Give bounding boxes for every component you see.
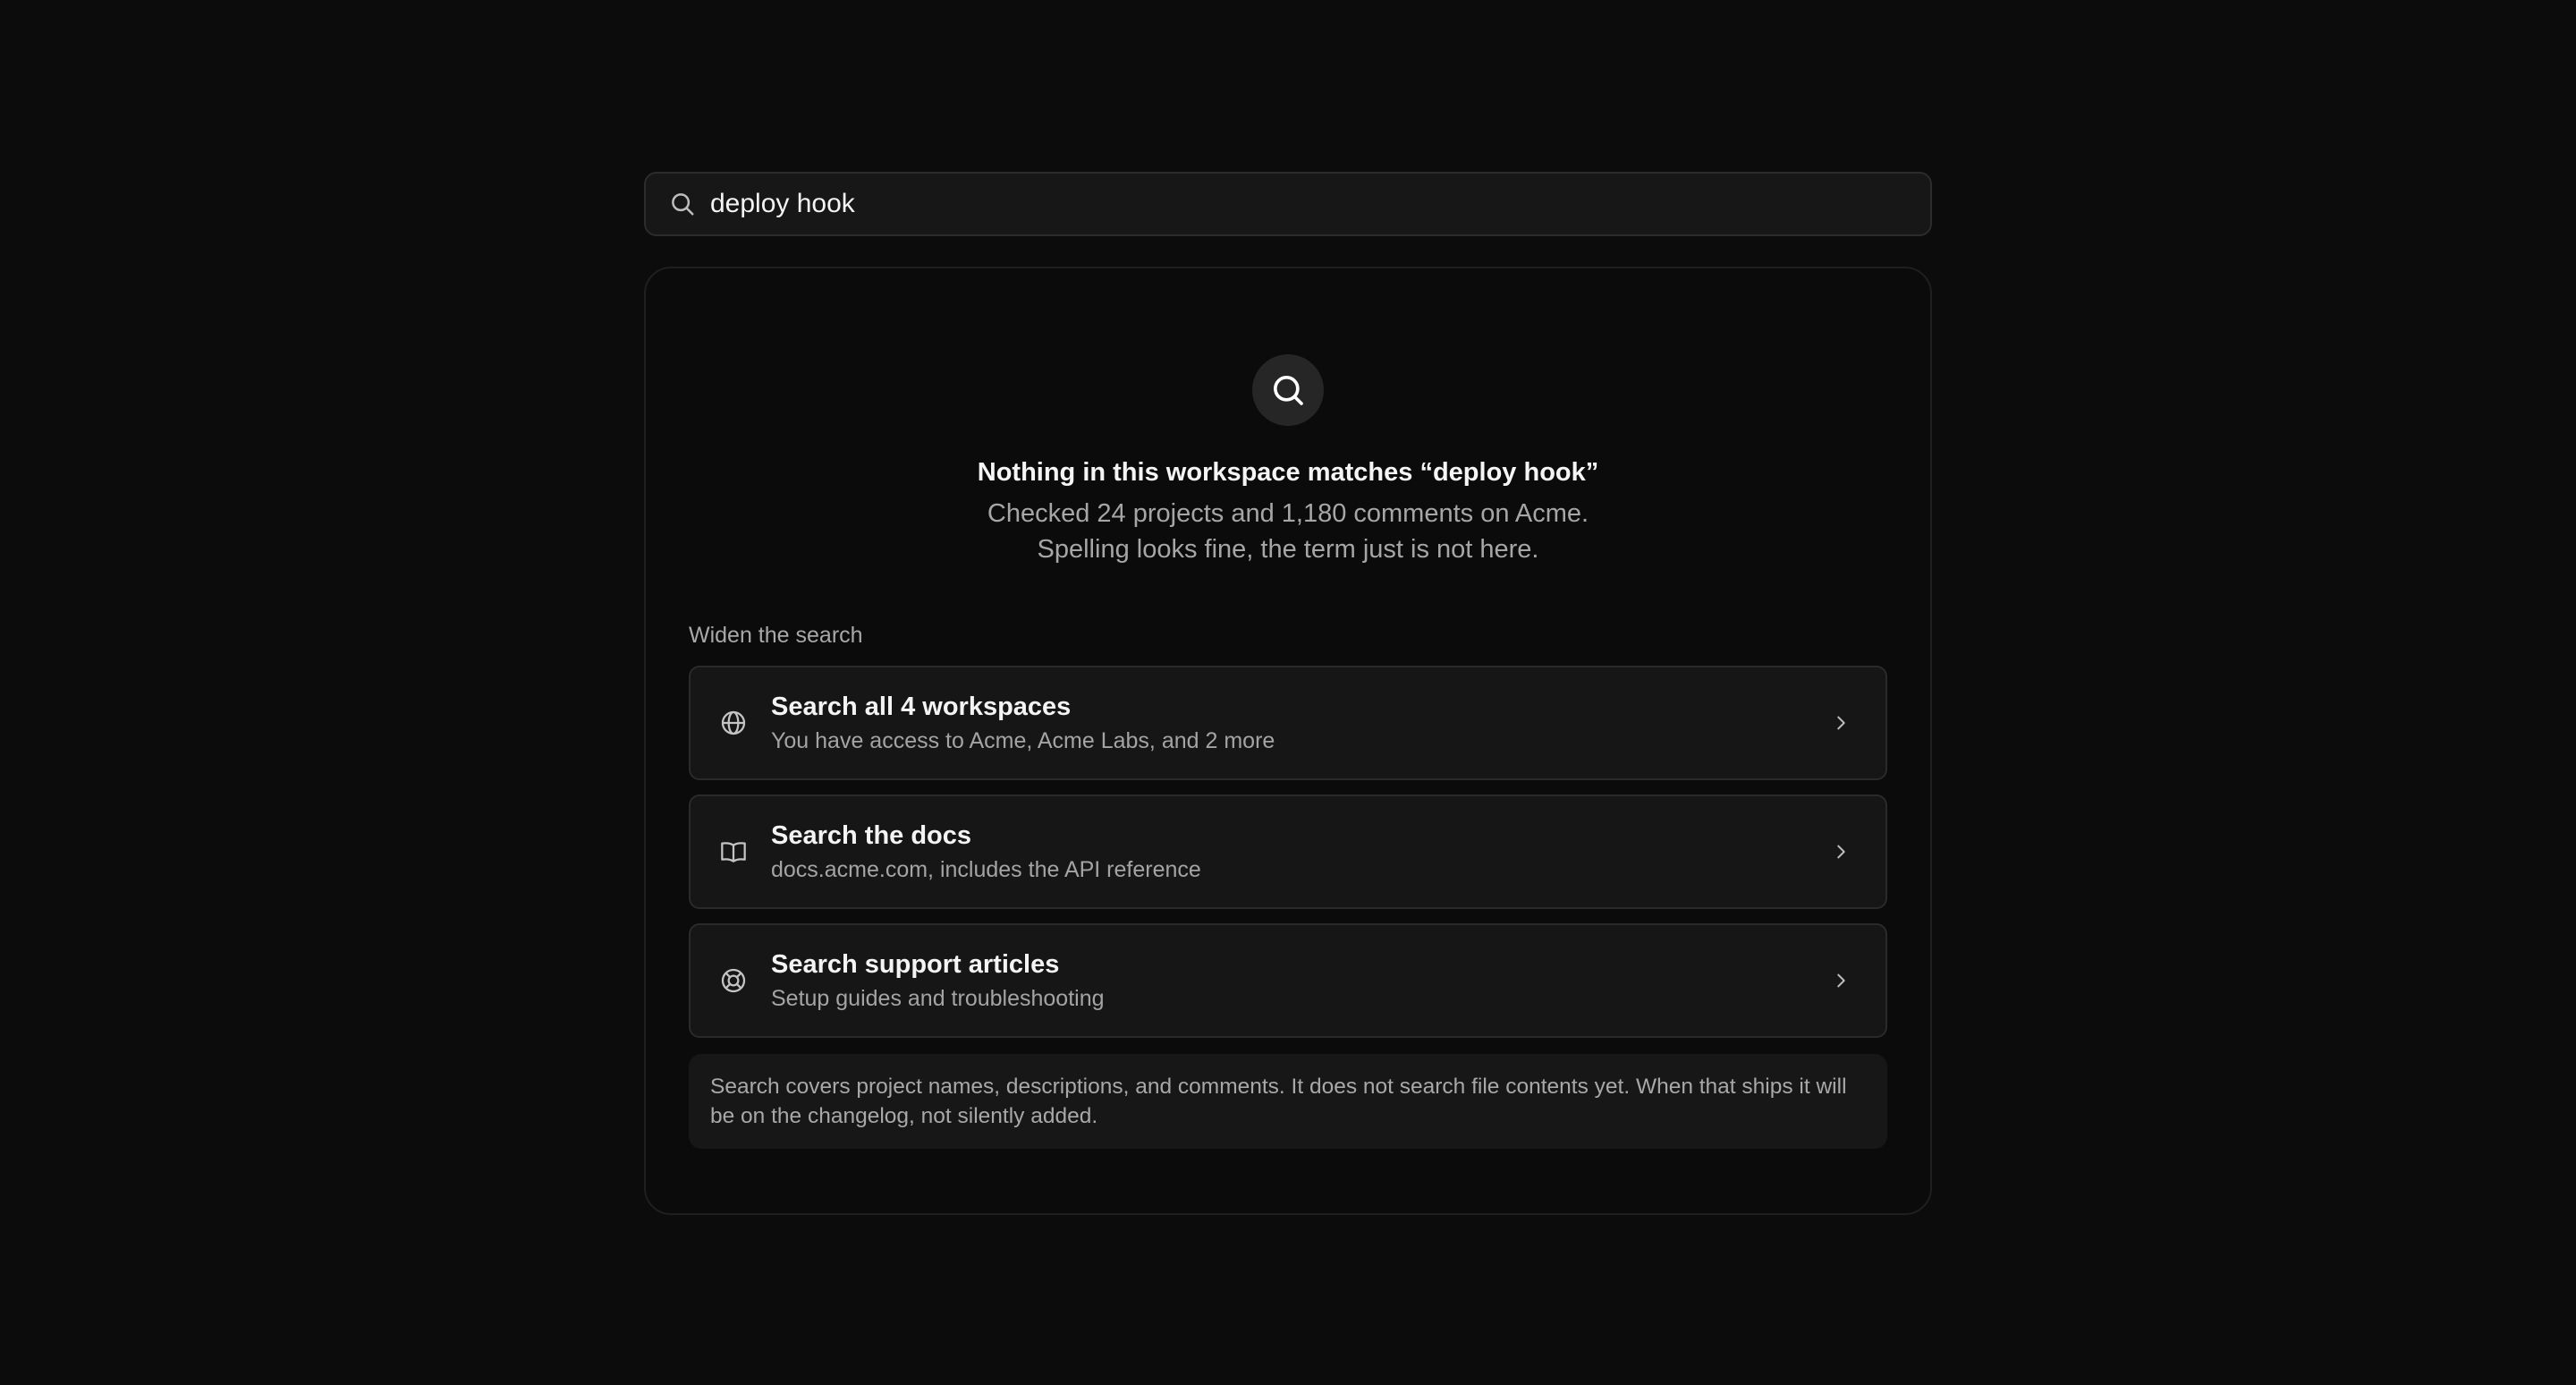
- option-title: Search the docs: [771, 821, 972, 850]
- option-title: Search support articles: [771, 950, 1060, 979]
- empty-state-desc-line: Spelling looks fine, the term just is no…: [1037, 535, 1539, 564]
- search-bar[interactable]: [644, 172, 1932, 236]
- chevron-right-icon: [1828, 968, 1853, 993]
- book-icon: [717, 836, 750, 868]
- option-subtitle: docs.acme.com, includes the API referenc…: [771, 857, 1201, 882]
- option-subtitle: Setup guides and troubleshooting: [771, 986, 1105, 1011]
- widen-search-options: Search all 4 workspaces You have access …: [689, 666, 1887, 1038]
- search-page: Nothing in this workspace matches “deplo…: [644, 172, 1932, 1215]
- empty-state-desc-line: Checked 24 projects and 1,180 comments o…: [987, 499, 1589, 528]
- empty-state-description: Checked 24 projects and 1,180 comments o…: [689, 496, 1887, 567]
- empty-state-title: Nothing in this workspace matches “deplo…: [977, 458, 1599, 487]
- globe-icon: [717, 707, 750, 739]
- search-all-workspaces-option[interactable]: Search all 4 workspaces You have access …: [689, 666, 1887, 780]
- search-docs-option[interactable]: Search the docs docs.acme.com, includes …: [689, 794, 1887, 909]
- chevron-right-icon: [1828, 710, 1853, 735]
- search-support-articles-option[interactable]: Search support articles Setup guides and…: [689, 923, 1887, 1038]
- widen-search-label: Widen the search: [689, 623, 863, 648]
- search-input[interactable]: [710, 189, 1909, 219]
- lifebuoy-icon: [717, 964, 750, 997]
- option-title: Search all 4 workspaces: [771, 692, 1072, 721]
- search-icon: [1252, 354, 1324, 426]
- search-icon: [667, 189, 698, 219]
- chevron-right-icon: [1828, 839, 1853, 864]
- empty-results-panel: Nothing in this workspace matches “deplo…: [644, 267, 1932, 1215]
- option-subtitle: You have access to Acme, Acme Labs, and …: [771, 728, 1275, 753]
- search-scope-note: Search covers project names, description…: [689, 1054, 1887, 1149]
